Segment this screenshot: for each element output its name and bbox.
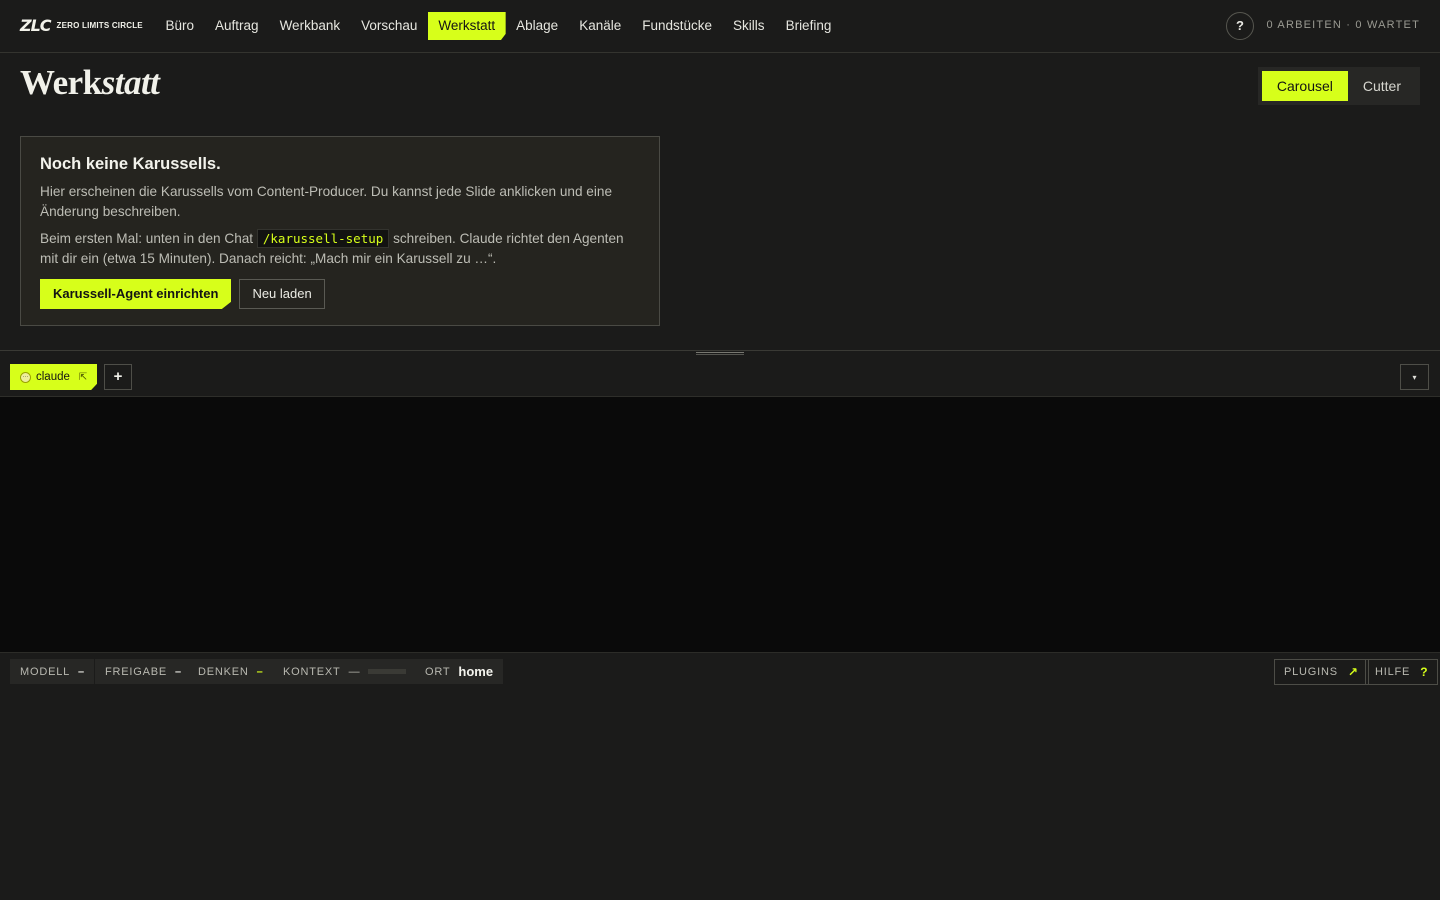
denken-value: – <box>256 665 263 678</box>
page-title-plain: Werk <box>20 63 102 102</box>
chat-bubble-icon: ··· <box>20 371 31 383</box>
nav-item-fundstuecke[interactable]: Fundstücke <box>632 12 723 40</box>
setup-agent-button[interactable]: Karussell-Agent einrichten <box>40 279 232 309</box>
popout-icon[interactable]: ⇱ <box>79 372 87 383</box>
empty-state-actions: Karussell-Agent einrichten Neu laden <box>40 279 640 309</box>
help-button[interactable]: ? <box>1226 12 1254 40</box>
model-label: Modell <box>20 665 71 678</box>
mode-switcher: Carousel Cutter <box>1257 67 1420 105</box>
nav-item-briefing[interactable]: Briefing <box>775 12 842 40</box>
external-link-icon: ↗ <box>1347 665 1359 679</box>
hilfe-label: Hilfe <box>1375 666 1411 678</box>
context-usage-bar <box>368 669 407 674</box>
page-title-italic: statt <box>101 63 160 102</box>
page-title: Werkstatt <box>20 63 160 103</box>
empty-state-heading: Noch keine Karussells. <box>40 155 221 173</box>
kontext-value: — <box>348 665 361 678</box>
ort-selector[interactable]: Ort home <box>415 659 504 684</box>
freigabe-label: Freigabe <box>105 665 168 678</box>
nav-item-werkstatt[interactable]: Werkstatt <box>427 12 506 40</box>
empty-state-description: Hier erscheinen die Karussells vom Conte… <box>40 184 613 219</box>
terminal-tab-claude[interactable]: ··· claude ⇱ <box>10 364 98 390</box>
nav-item-werkbank[interactable]: Werkbank <box>269 12 351 40</box>
kontext-indicator[interactable]: Kontext — <box>273 659 417 684</box>
kontext-label: Kontext <box>283 665 341 678</box>
panel-divider <box>0 350 1440 351</box>
freigabe-selector[interactable]: Freigabe – <box>95 659 192 684</box>
ort-value: home <box>458 664 494 679</box>
add-tab-button[interactable]: + <box>104 364 132 390</box>
main-nav: Büro Auftrag Werkbank Vorschau Werkstatt… <box>155 12 842 40</box>
segment-carousel[interactable]: Carousel <box>1261 71 1348 101</box>
empty-state-instructions: Beim ersten Mal: unten in den Chat /karu… <box>40 229 640 269</box>
plugins-label: Plugins <box>1284 666 1338 678</box>
question-icon: ? <box>1420 665 1429 679</box>
brand-mark: ZLC <box>20 15 52 35</box>
nav-item-auftrag[interactable]: Auftrag <box>205 12 270 40</box>
nav-item-ablage[interactable]: Ablage <box>506 12 569 40</box>
terminal-area[interactable] <box>0 397 1440 652</box>
brand-logo[interactable]: ZLC Zero Limits Circle <box>20 14 143 36</box>
brand-name: Zero Limits Circle <box>56 20 143 30</box>
instructions-before: Beim ersten Mal: unten in den Chat <box>40 231 257 246</box>
status-bar: Modell – Freigabe – Denken – Kontext — O… <box>0 652 1440 690</box>
freigabe-value: – <box>175 665 182 678</box>
ort-label: Ort <box>425 665 451 678</box>
terminal-tab-bar: ··· claude ⇱ + ▾ <box>0 357 1440 397</box>
nav-item-kanaele[interactable]: Kanäle <box>569 12 632 40</box>
setup-command: /karussell-setup <box>256 229 390 248</box>
resize-handle[interactable] <box>696 352 744 355</box>
nav-item-vorschau[interactable]: Vorschau <box>351 12 428 40</box>
reload-button[interactable]: Neu laden <box>239 279 325 309</box>
top-navigation-bar: ZLC Zero Limits Circle Büro Auftrag Werk… <box>0 0 1440 53</box>
denken-selector[interactable]: Denken – <box>188 659 273 684</box>
denken-label: Denken <box>198 665 249 678</box>
nav-item-skills[interactable]: Skills <box>723 12 776 40</box>
terminal-tab-label: claude <box>36 371 70 383</box>
hilfe-button[interactable]: Hilfe ? <box>1365 659 1439 685</box>
collapse-panel-button[interactable]: ▾ <box>1400 364 1429 390</box>
nav-item-buero[interactable]: Büro <box>155 12 205 40</box>
empty-state-card: Noch keine Karussells. Hier erscheinen d… <box>20 136 660 326</box>
job-status-text: 0 Arbeiten · 0 wartet <box>1266 19 1420 31</box>
model-selector[interactable]: Modell – <box>10 659 95 684</box>
plugins-button[interactable]: Plugins ↗ <box>1274 659 1369 685</box>
model-value: – <box>78 665 85 678</box>
segment-cutter[interactable]: Cutter <box>1348 71 1416 101</box>
